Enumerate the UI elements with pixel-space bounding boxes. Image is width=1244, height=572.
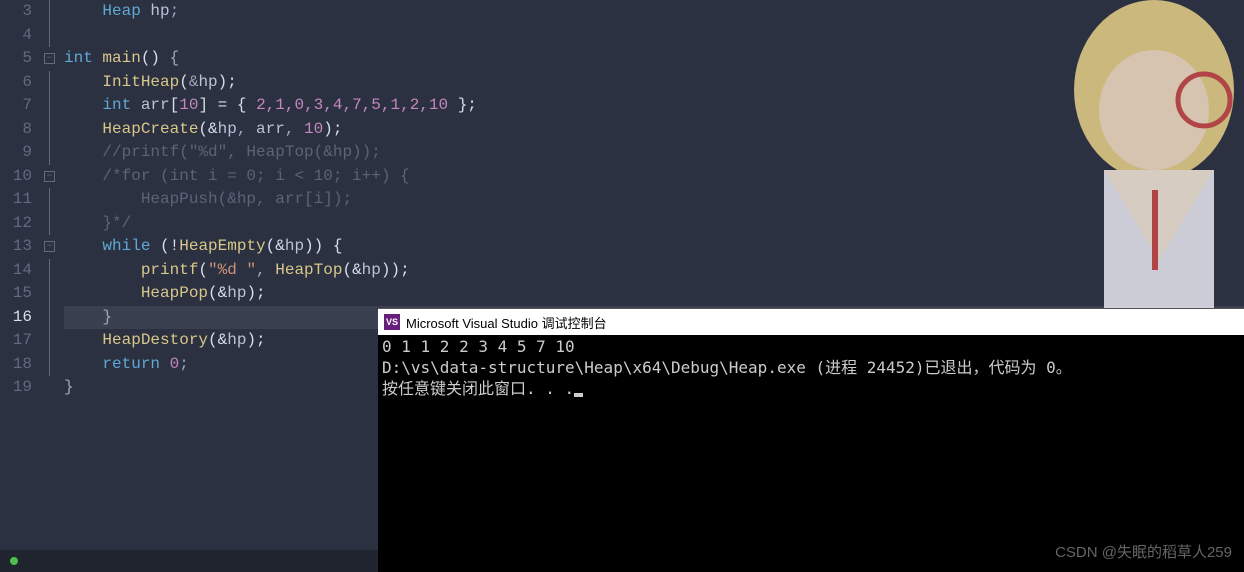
code-line: HeapCreate(&hp, arr, 10); bbox=[64, 118, 1244, 142]
cursor-icon bbox=[574, 393, 583, 397]
code-line: }*/ bbox=[64, 212, 1244, 236]
line-number-gutter: 3 4 5 6 7 8 9 10 11 12 13 14 15 16 17 18… bbox=[0, 0, 40, 572]
code-line: /*for (int i = 0; i < 10; i++) { bbox=[64, 165, 1244, 189]
fold-column: − − − bbox=[40, 0, 64, 572]
line-no: 4 bbox=[0, 24, 32, 48]
status-bar bbox=[0, 550, 378, 572]
fold-toggle-icon[interactable]: − bbox=[44, 241, 55, 252]
line-no: 8 bbox=[0, 118, 32, 142]
status-dot-icon bbox=[10, 557, 18, 565]
debug-console-window: VS Microsoft Visual Studio 调试控制台 0 1 1 2… bbox=[378, 308, 1244, 572]
code-line: int arr[10] = { 2,1,0,3,4,7,5,1,2,10 }; bbox=[64, 94, 1244, 118]
code-line: HeapPush(&hp, arr[i]); bbox=[64, 188, 1244, 212]
line-no: 17 bbox=[0, 329, 32, 353]
code-line bbox=[64, 24, 1244, 48]
code-line: while (!HeapEmpty(&hp)) { bbox=[64, 235, 1244, 259]
console-title-text: Microsoft Visual Studio 调试控制台 bbox=[406, 313, 607, 332]
line-no: 11 bbox=[0, 188, 32, 212]
code-line: Heap hp; bbox=[64, 0, 1244, 24]
code-line: HeapPop(&hp); bbox=[64, 282, 1244, 306]
line-no: 7 bbox=[0, 94, 32, 118]
line-no: 9 bbox=[0, 141, 32, 165]
line-no: 5 bbox=[0, 47, 32, 71]
line-no: 10 bbox=[0, 165, 32, 189]
line-no: 13 bbox=[0, 235, 32, 259]
code-line: InitHeap(&hp); bbox=[64, 71, 1244, 95]
line-no: 12 bbox=[0, 212, 32, 236]
line-no-current: 16 bbox=[0, 306, 32, 330]
vs-icon: VS bbox=[384, 314, 400, 330]
console-output[interactable]: 0 1 1 2 2 3 4 5 7 10 D:\vs\data-structur… bbox=[378, 335, 1244, 401]
watermark-text: CSDN @失眠的稻草人259 bbox=[1055, 541, 1232, 562]
line-no: 6 bbox=[0, 71, 32, 95]
code-line: int main() { bbox=[64, 47, 1244, 71]
line-no: 19 bbox=[0, 376, 32, 400]
fold-toggle-icon[interactable]: − bbox=[44, 171, 55, 182]
fold-toggle-icon[interactable]: − bbox=[44, 53, 55, 64]
console-titlebar[interactable]: VS Microsoft Visual Studio 调试控制台 bbox=[378, 309, 1244, 335]
code-line: //printf("%d", HeapTop(&hp)); bbox=[64, 141, 1244, 165]
code-line: printf("%d ", HeapTop(&hp)); bbox=[64, 259, 1244, 283]
line-no: 3 bbox=[0, 0, 32, 24]
line-no: 14 bbox=[0, 259, 32, 283]
line-no: 18 bbox=[0, 353, 32, 377]
line-no: 15 bbox=[0, 282, 32, 306]
